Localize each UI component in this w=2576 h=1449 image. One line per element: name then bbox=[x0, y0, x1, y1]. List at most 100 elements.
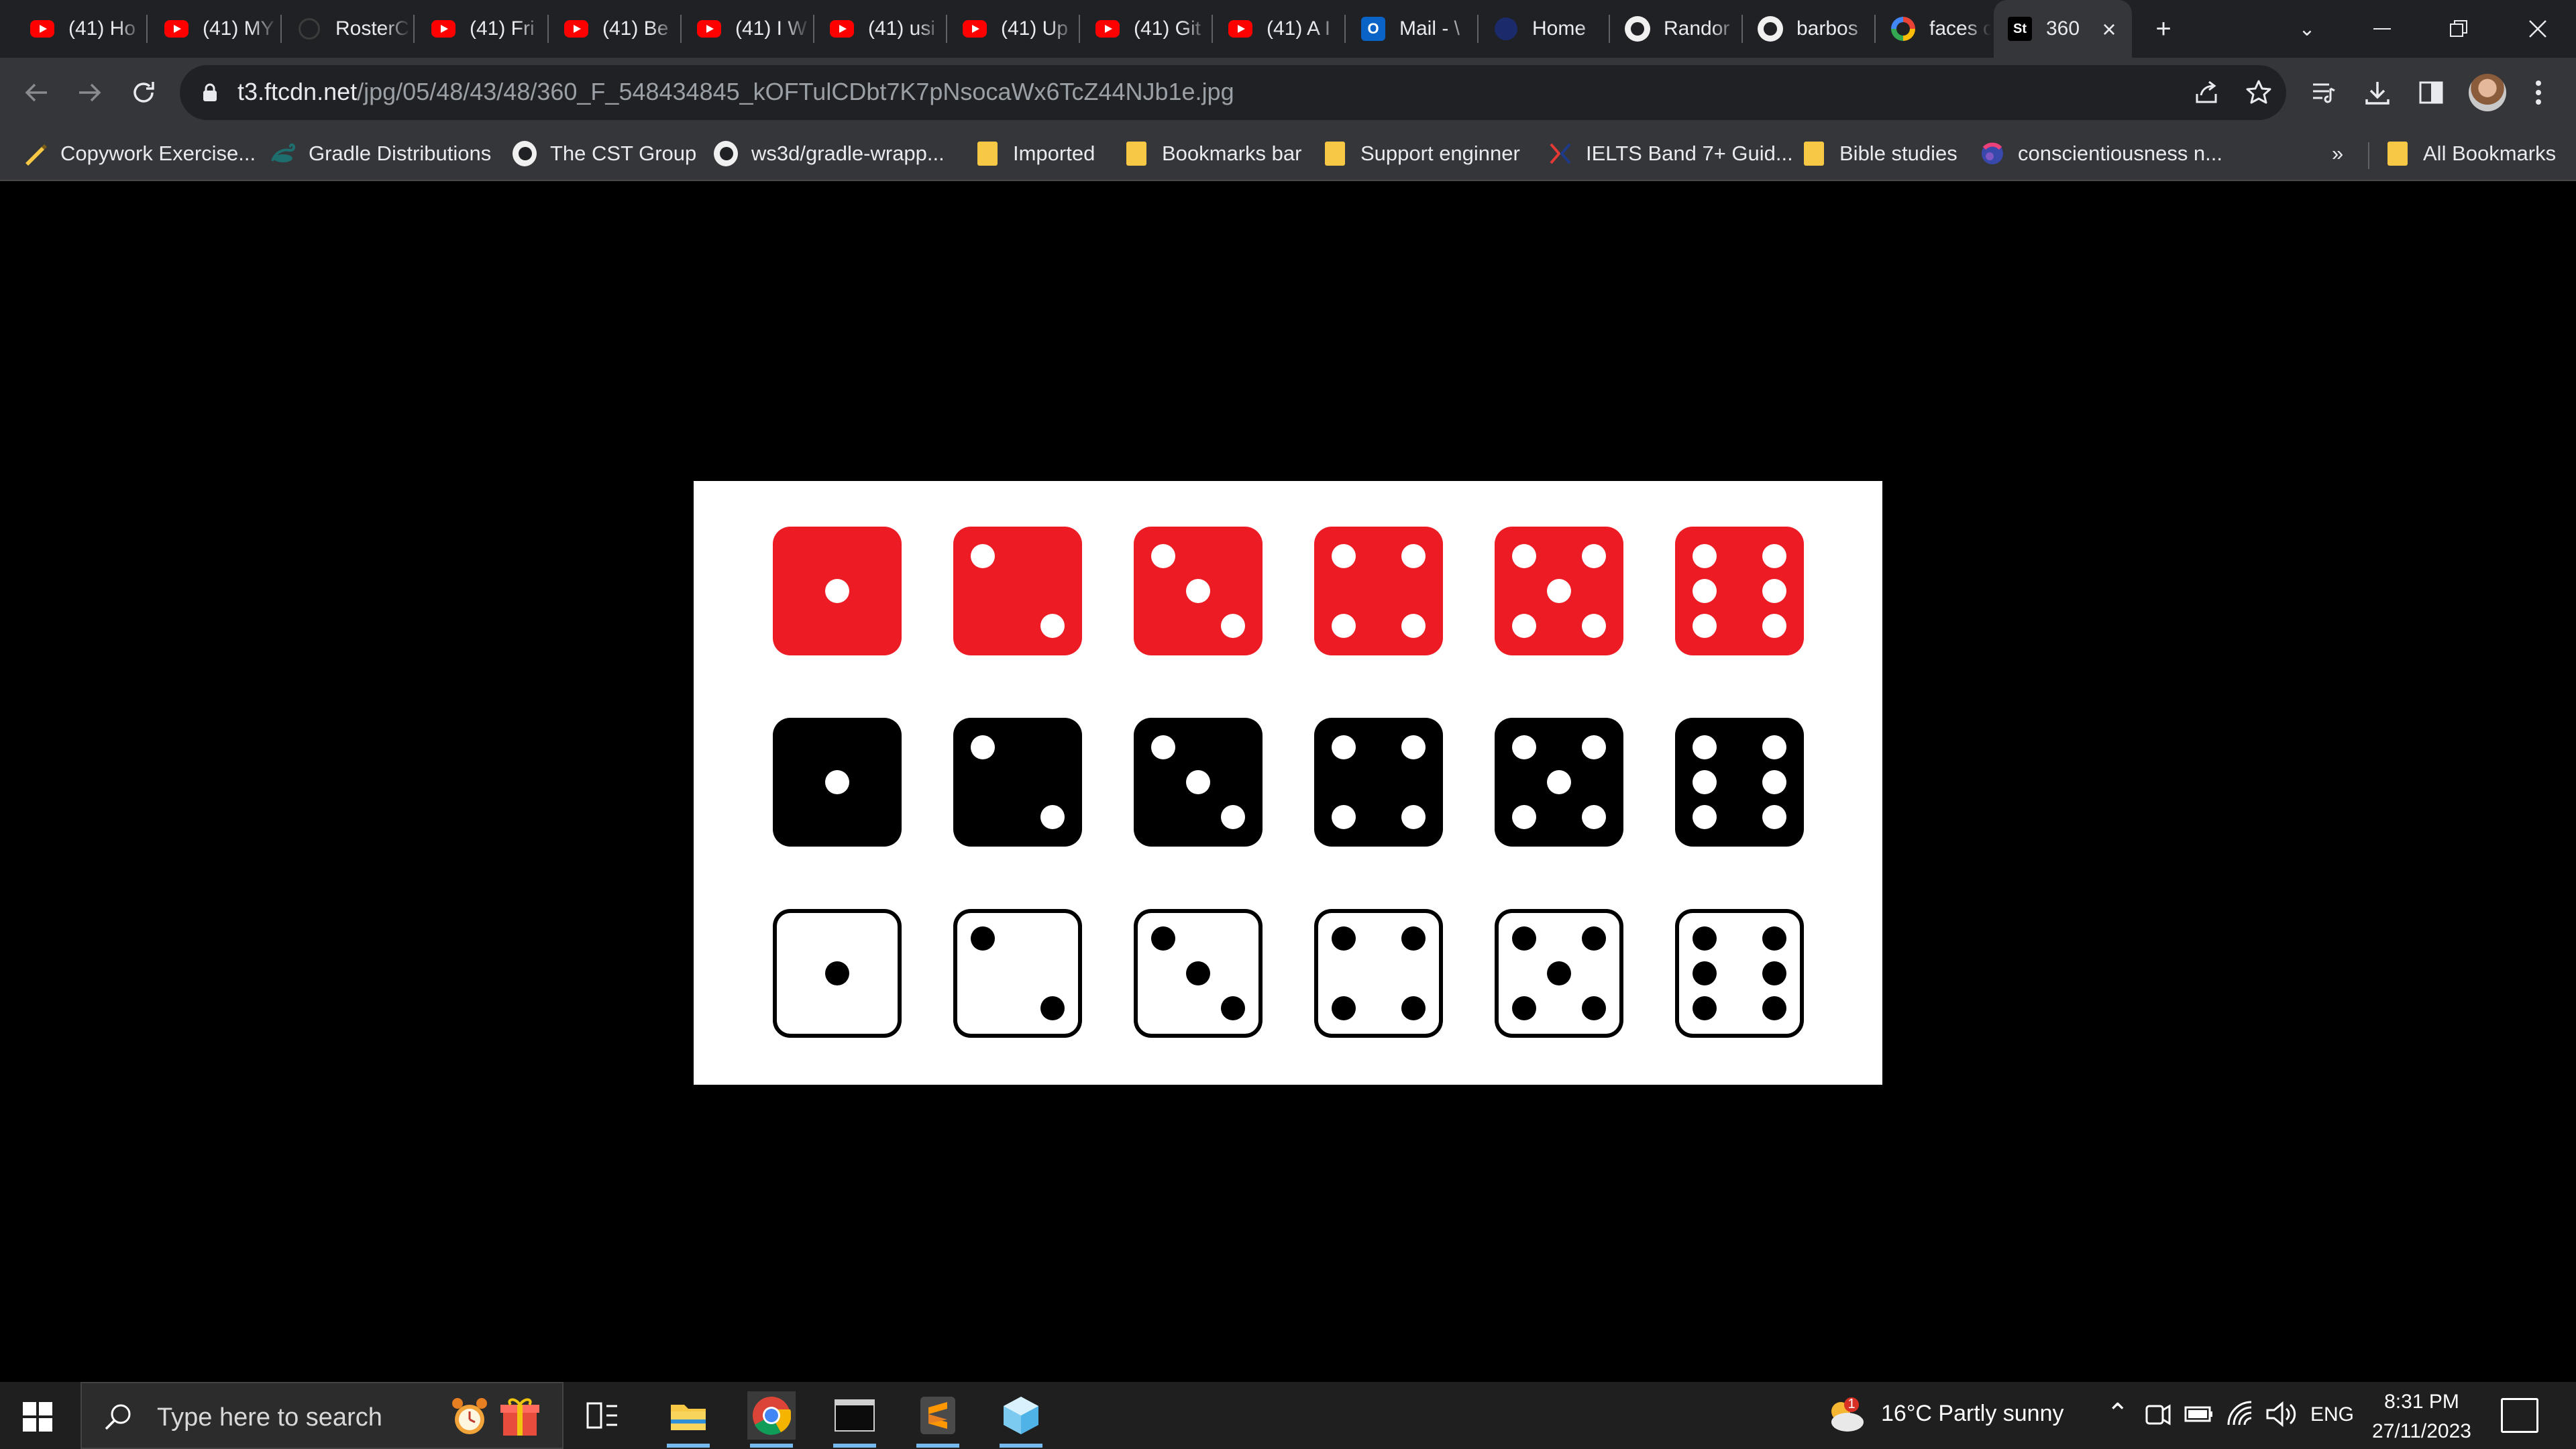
all-bookmarks-label: All Bookmarks bbox=[2423, 142, 2557, 165]
die-pip bbox=[1693, 735, 1717, 760]
browser-tab[interactable]: (41) I W bbox=[683, 9, 810, 48]
browser-tab[interactable]: (41) A I bbox=[1214, 9, 1342, 48]
bookmark-label: Bookmarks bar bbox=[1162, 142, 1302, 165]
die-pip bbox=[825, 961, 849, 985]
bookmark-item[interactable]: Copywork Exercise... bbox=[23, 137, 256, 170]
tab-fade bbox=[1712, 9, 1739, 48]
clock-date: 27/11/2023 bbox=[2372, 1420, 2471, 1442]
volume-icon[interactable] bbox=[2265, 1399, 2297, 1435]
tab-fade bbox=[651, 9, 678, 48]
windows-start-icon[interactable] bbox=[23, 1402, 52, 1432]
tab-close-icon[interactable]: × bbox=[2096, 15, 2123, 43]
die-pip bbox=[1186, 961, 1210, 985]
bookmark-item[interactable]: ws3d/gradle-wrapp... bbox=[714, 137, 945, 170]
folder-icon bbox=[2385, 142, 2410, 166]
die-pip bbox=[1762, 613, 1786, 638]
bookmark-item[interactable]: Bookmarks bar bbox=[1124, 137, 1301, 170]
github-icon bbox=[513, 141, 537, 166]
browser-tab[interactable]: Home bbox=[1480, 9, 1606, 48]
browser-tab[interactable]: St 360 × bbox=[1994, 0, 2132, 58]
meet-now-icon[interactable] bbox=[2144, 1399, 2172, 1435]
battery-icon[interactable] bbox=[2184, 1401, 2214, 1434]
back-button[interactable] bbox=[16, 72, 56, 113]
chrome-icon[interactable] bbox=[747, 1391, 796, 1448]
url-text[interactable]: t3.ftcdn.net/jpg/05/48/43/48/360_F_54843… bbox=[237, 78, 1234, 106]
bookmark-label: Imported bbox=[1013, 142, 1095, 165]
bookmark-item[interactable]: Support enginner bbox=[1323, 137, 1520, 170]
forward-button[interactable] bbox=[70, 72, 110, 113]
bookmark-star-icon[interactable] bbox=[2242, 76, 2275, 109]
tab-title: 360 bbox=[2046, 17, 2080, 40]
bookmark-item[interactable]: IELTS Band 7+ Guid... bbox=[1548, 137, 1793, 170]
file-explorer-icon[interactable] bbox=[664, 1391, 712, 1448]
clock[interactable]: 8:31 PM 27/11/2023 bbox=[2348, 1387, 2496, 1446]
tray-chevron-icon[interactable]: ⌃ bbox=[2106, 1398, 2129, 1429]
profile-avatar[interactable] bbox=[2469, 74, 2506, 111]
adobe-stock-icon: St bbox=[2007, 16, 2033, 42]
sphere-icon bbox=[1980, 142, 2004, 166]
die-pip bbox=[1581, 544, 1606, 569]
github-icon bbox=[1625, 16, 1650, 42]
weather-text[interactable]: 16°C Partly sunny bbox=[1881, 1401, 2064, 1427]
dice-image[interactable] bbox=[694, 481, 1882, 1085]
browser-tab[interactable]: Randor bbox=[1611, 9, 1739, 48]
browser-tab[interactable]: (41) usi bbox=[816, 9, 943, 48]
weather-icon[interactable]: 1 bbox=[1825, 1397, 1868, 1434]
roster-icon bbox=[297, 16, 322, 42]
gift-icon[interactable] bbox=[499, 1395, 541, 1438]
browser-tab[interactable]: (41) Be bbox=[550, 9, 678, 48]
tab-search-icon[interactable]: ⌄ bbox=[2288, 9, 2326, 48]
die-pip bbox=[1581, 926, 1606, 951]
bookmarks-overflow-button[interactable]: » bbox=[2332, 137, 2343, 170]
browser-tab[interactable]: (41) Fri bbox=[417, 9, 545, 48]
alarm-clock-icon[interactable] bbox=[449, 1395, 490, 1438]
wifi-icon[interactable] bbox=[2226, 1399, 2255, 1435]
bookmark-item[interactable]: Bible studies bbox=[1802, 137, 1957, 170]
tab-title: Home bbox=[1532, 17, 1587, 40]
bookmark-item[interactable]: Gradle Distributions bbox=[271, 137, 491, 170]
white-die-1 bbox=[773, 909, 902, 1038]
browser-tab[interactable]: (41) Up bbox=[949, 9, 1076, 48]
tab-separator bbox=[1609, 15, 1610, 43]
notification-center-icon[interactable] bbox=[2501, 1398, 2538, 1433]
reload-button[interactable] bbox=[123, 72, 164, 113]
taskbar-search-input[interactable]: Type here to search bbox=[80, 1382, 564, 1449]
bookmark-item[interactable]: Imported bbox=[975, 137, 1095, 170]
minimize-icon[interactable] bbox=[2363, 9, 2402, 48]
die-pip bbox=[1693, 579, 1717, 603]
white-die-5 bbox=[1495, 909, 1623, 1038]
download-icon[interactable] bbox=[2359, 74, 2396, 111]
folder-icon bbox=[1323, 142, 1347, 166]
die-pip bbox=[1762, 544, 1786, 569]
restore-icon[interactable] bbox=[2439, 9, 2478, 48]
share-icon[interactable] bbox=[2190, 76, 2223, 109]
windows-taskbar: Type here to search 1 16°C Partly sunny … bbox=[0, 1382, 2576, 1449]
cube-app-icon[interactable] bbox=[997, 1391, 1045, 1448]
browser-tab[interactable]: (41) Git bbox=[1081, 9, 1209, 48]
terminal-icon[interactable] bbox=[830, 1391, 879, 1448]
die-pip bbox=[1512, 996, 1537, 1020]
browser-tab[interactable]: faces o bbox=[1877, 9, 1991, 48]
sublime-text-icon[interactable] bbox=[914, 1391, 962, 1448]
side-panel-icon[interactable] bbox=[2412, 74, 2450, 111]
task-view-icon[interactable] bbox=[578, 1391, 627, 1440]
all-bookmarks-button[interactable]: All Bookmarks bbox=[2385, 137, 2556, 170]
close-window-icon[interactable] bbox=[2518, 9, 2557, 48]
browser-tab[interactable]: (41) Ho bbox=[16, 9, 144, 48]
tab-fade bbox=[251, 9, 278, 48]
tab-strip: (41) Ho (41) MY RosterC (41) Fri (41) Be (41)… bbox=[0, 0, 2576, 58]
tab-fade bbox=[1845, 9, 1872, 48]
new-tab-button[interactable]: + bbox=[2144, 9, 2183, 48]
address-bar[interactable]: t3.ftcdn.net/jpg/05/48/43/48/360_F_54843… bbox=[180, 65, 2286, 120]
die-pip bbox=[1332, 613, 1356, 638]
overflow-label: » bbox=[2332, 142, 2344, 165]
red-die-6 bbox=[1675, 527, 1804, 655]
browser-tab[interactable]: (41) MY bbox=[150, 9, 278, 48]
browser-tab[interactable]: RosterC bbox=[283, 9, 411, 48]
browser-tab[interactable]: barbos bbox=[1744, 9, 1872, 48]
reading-list-icon[interactable] bbox=[2305, 74, 2343, 111]
menu-kebab-icon[interactable] bbox=[2520, 74, 2557, 111]
bookmark-item[interactable]: conscientiousness n... bbox=[1980, 137, 2222, 170]
browser-tab[interactable]: O Mail - \ bbox=[1347, 9, 1474, 48]
bookmark-item[interactable]: The CST Group bbox=[513, 137, 696, 170]
